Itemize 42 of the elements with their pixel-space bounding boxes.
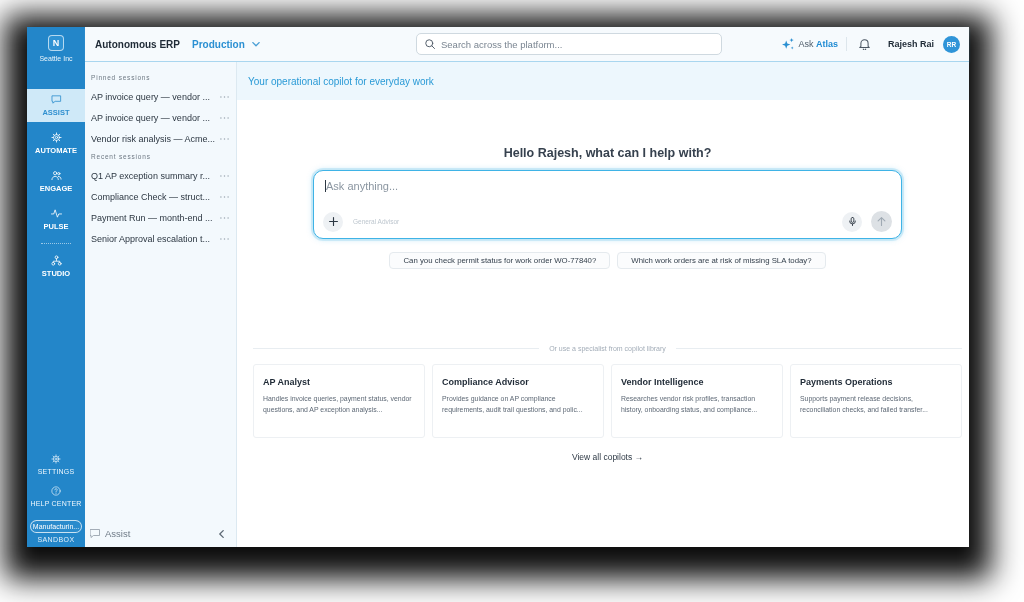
chat-bubble-icon <box>90 529 100 538</box>
text-cursor <box>325 180 326 192</box>
assist-button[interactable]: Assist <box>90 528 131 539</box>
session-item[interactable]: Senior Approval escalation t... <box>85 228 236 249</box>
session-item[interactable]: Payment Run — month-end ... <box>85 207 236 228</box>
arrow-up-icon <box>877 217 886 226</box>
message-input[interactable]: Ask anything... <box>326 178 892 194</box>
microphone-icon <box>847 217 857 226</box>
card-title: Payments Operations <box>800 376 893 388</box>
voice-button[interactable] <box>842 211 862 232</box>
user-name: Rajesh Rai <box>887 39 934 49</box>
ask-atlas-button[interactable]: Ask Atlas <box>782 38 838 50</box>
company-logo: N <box>48 35 64 51</box>
plus-icon <box>328 217 338 226</box>
chat-bubble-icon <box>50 94 62 105</box>
chevron-left-icon <box>219 529 224 538</box>
session-item[interactable]: Vendor risk analysis — Acme... <box>85 128 236 149</box>
session-item[interactable]: Q1 AP exception summary r... <box>85 165 236 186</box>
app-title: Autonomous ERP <box>95 38 180 50</box>
gear-icon <box>50 132 62 143</box>
hierarchy-icon <box>50 255 62 266</box>
gear-icon <box>51 454 61 464</box>
session-item[interactable]: Compliance Check — struct... <box>85 186 236 207</box>
search-icon <box>425 39 435 49</box>
session-item[interactable]: AP invoice query — vendor ... <box>85 86 236 107</box>
bell-icon <box>858 38 870 50</box>
sparkle-icon <box>782 38 795 50</box>
people-icon <box>50 170 62 181</box>
chevron-down-icon <box>251 41 260 47</box>
banner-text: Your operational copilot for everyday work <box>248 75 434 87</box>
attach-button[interactable] <box>323 211 343 232</box>
collapse-button[interactable] <box>219 529 224 538</box>
greeting-heading: Hello Rajesh, what can I help with? <box>503 145 712 161</box>
card-title: Compliance Advisor <box>442 376 529 388</box>
notifications-button[interactable] <box>858 38 870 50</box>
pulse-line-icon <box>50 208 62 219</box>
help-icon <box>51 486 61 496</box>
card-title: AP Analyst <box>263 376 311 388</box>
view-all-link[interactable]: View all copilots → <box>571 452 644 462</box>
session-item[interactable]: AP invoice query — vendor ... <box>85 107 236 128</box>
search-field[interactable]: Search across the platform... <box>416 33 722 55</box>
card-title: Vendor Intelligence <box>621 376 704 388</box>
